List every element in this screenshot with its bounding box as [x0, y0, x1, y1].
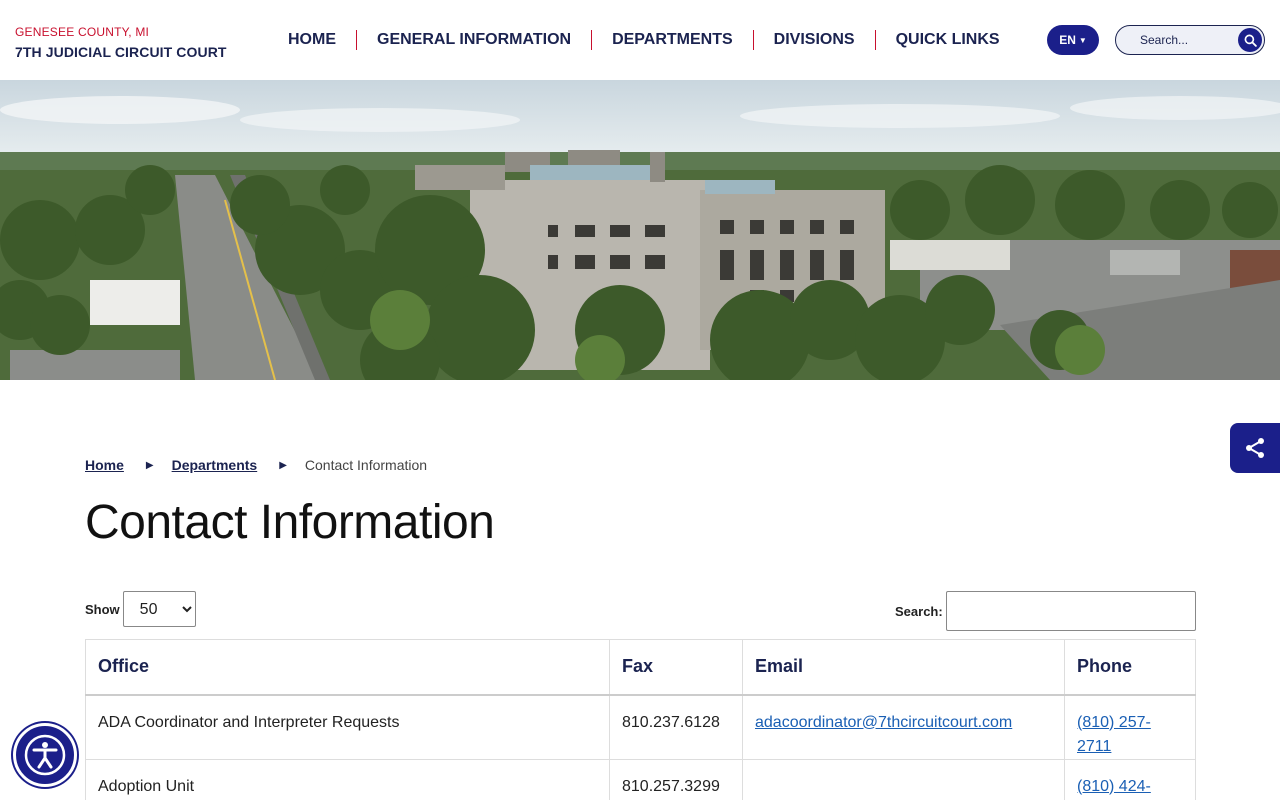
header-search-button[interactable]	[1238, 28, 1262, 52]
accessibility-button[interactable]	[13, 723, 77, 787]
cell-office: ADA Coordinator and Interpreter Requests	[85, 694, 610, 760]
chevron-right-icon: ▶	[279, 459, 287, 471]
table-search-control: Search:	[895, 591, 1196, 631]
site-brand[interactable]: GENESEE COUNTY, MI 7TH JUDICIAL CIRCUIT …	[15, 25, 227, 60]
cell-email	[742, 758, 1065, 800]
main-nav: HOME GENERAL INFORMATION DEPARTMENTS DIV…	[268, 30, 1020, 50]
chevron-right-icon: ▶	[145, 459, 154, 471]
language-label: EN	[1059, 33, 1076, 47]
breadcrumb-current: Contact Information	[304, 457, 428, 473]
table-header-row: Office Fax Email Phone	[85, 639, 1196, 696]
nav-quick-links[interactable]: QUICK LINKS	[876, 30, 1020, 50]
page-size-select[interactable]: 50	[122, 591, 196, 627]
cell-email: adacoordinator@7thcircuitcourt.com	[742, 694, 1065, 760]
cell-phone: (810) 257-2711	[1064, 694, 1196, 760]
column-header-fax[interactable]: Fax	[609, 639, 743, 696]
language-selector[interactable]: EN ▼	[1047, 25, 1099, 55]
page-title: Contact Information	[85, 496, 495, 549]
show-label: Show	[85, 601, 120, 617]
courthouse-aerial-photo	[0, 80, 1280, 380]
table-row: ADA Coordinator and Interpreter Requests…	[85, 694, 1196, 760]
email-link[interactable]: adacoordinator@7thcircuitcourt.com	[755, 714, 1012, 731]
brand-court-name: 7TH JUDICIAL CIRCUIT COURT	[15, 44, 227, 60]
column-header-phone[interactable]: Phone	[1064, 639, 1196, 696]
share-button[interactable]	[1230, 423, 1280, 473]
column-header-office[interactable]: Office	[85, 639, 610, 696]
breadcrumb-departments[interactable]: Departments	[172, 457, 258, 473]
cell-fax: 810.257.3299	[609, 758, 743, 800]
nav-home[interactable]: HOME	[268, 30, 356, 50]
table-row: Adoption Unit 810.257.3299 (810) 424-447…	[85, 758, 1196, 800]
nav-departments[interactable]: DEPARTMENTS	[592, 30, 753, 50]
phone-link[interactable]: (810) 424-4470	[1077, 778, 1151, 800]
hero-image	[0, 80, 1280, 380]
cell-office: Adoption Unit	[85, 758, 610, 800]
table-search-input[interactable]	[945, 591, 1196, 631]
header-search-input[interactable]	[1140, 33, 1250, 47]
column-header-email[interactable]: Email	[742, 639, 1065, 696]
search-icon	[1244, 34, 1257, 47]
contact-table: Office Fax Email Phone ADA Coordinator a…	[85, 639, 1196, 800]
cell-fax: 810.237.6128	[609, 694, 743, 760]
nav-divisions[interactable]: DIVISIONS	[754, 30, 875, 50]
nav-general-information[interactable]: GENERAL INFORMATION	[357, 30, 591, 50]
breadcrumb: Home ▶ Departments ▶ Contact Information	[85, 457, 427, 473]
table-search-label: Search:	[895, 603, 943, 619]
accessibility-icon	[24, 734, 66, 776]
site-header: GENESEE COUNTY, MI 7TH JUDICIAL CIRCUIT …	[0, 0, 1280, 80]
cell-phone: (810) 424-4470	[1064, 758, 1196, 800]
share-icon	[1246, 438, 1264, 458]
caret-down-icon: ▼	[1078, 35, 1087, 45]
breadcrumb-home[interactable]: Home	[85, 457, 124, 473]
header-search	[1115, 25, 1265, 55]
page-size-control: Show 50	[85, 591, 196, 627]
brand-county: GENESEE COUNTY, MI	[15, 25, 150, 39]
phone-link[interactable]: (810) 257-2711	[1077, 714, 1151, 755]
